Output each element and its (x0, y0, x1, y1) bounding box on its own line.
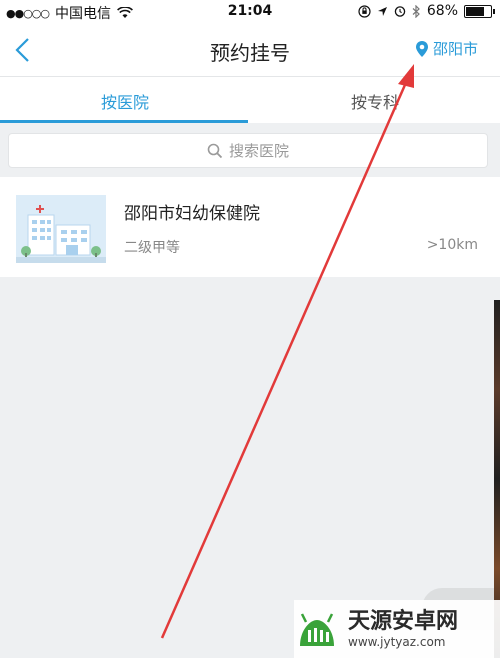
hospital-list: 邵阳市妇幼保健院 二级甲等 >10km (0, 177, 500, 277)
location-arrow-icon (377, 6, 387, 16)
search-icon (207, 143, 223, 158)
battery-icon (464, 4, 495, 18)
tab-by-specialty[interactable]: 按专科 (250, 89, 500, 113)
city-selector[interactable]: 邵阳市 (415, 38, 478, 59)
tab-by-hospital[interactable]: 按医院 (0, 89, 250, 113)
status-bar: ●●○○○ 中国电信 21:04 68% (0, 0, 500, 24)
rotation-lock-icon (358, 4, 371, 18)
watermark-url: www.jytyaz.com (348, 635, 446, 649)
search-input[interactable]: 搜索医院 (8, 133, 488, 168)
list-item[interactable]: 邵阳市妇幼保健院 二级甲等 >10km (0, 177, 500, 277)
android-logo-icon (300, 613, 334, 646)
tab-bar: 按医院 按专科 (0, 77, 500, 123)
hospital-name: 邵阳市妇幼保健院 (124, 204, 260, 224)
watermark-title: 天源安卓网 (348, 609, 459, 634)
search-placeholder: 搜索医院 (228, 142, 289, 160)
battery-fill (466, 6, 484, 16)
city-label: 邵阳市 (432, 40, 478, 58)
battery-percent: 68% (426, 3, 458, 19)
hospital-distance: >10km (426, 237, 478, 253)
bluetooth-icon (412, 4, 420, 18)
location-pin-icon (415, 40, 428, 57)
alarm-icon (394, 6, 406, 17)
nav-bar: 预约挂号 邵阳市 (0, 24, 500, 77)
search-area: 搜索医院 (0, 123, 500, 177)
watermark: 天源安卓网 www.jytyaz.com (294, 600, 500, 658)
hospital-building-icon (16, 195, 106, 263)
hospital-level: 二级甲等 (124, 240, 180, 256)
status-right: 68% (358, 3, 495, 19)
watermark-text: 天源安卓网 www.jytyaz.com (348, 609, 458, 649)
